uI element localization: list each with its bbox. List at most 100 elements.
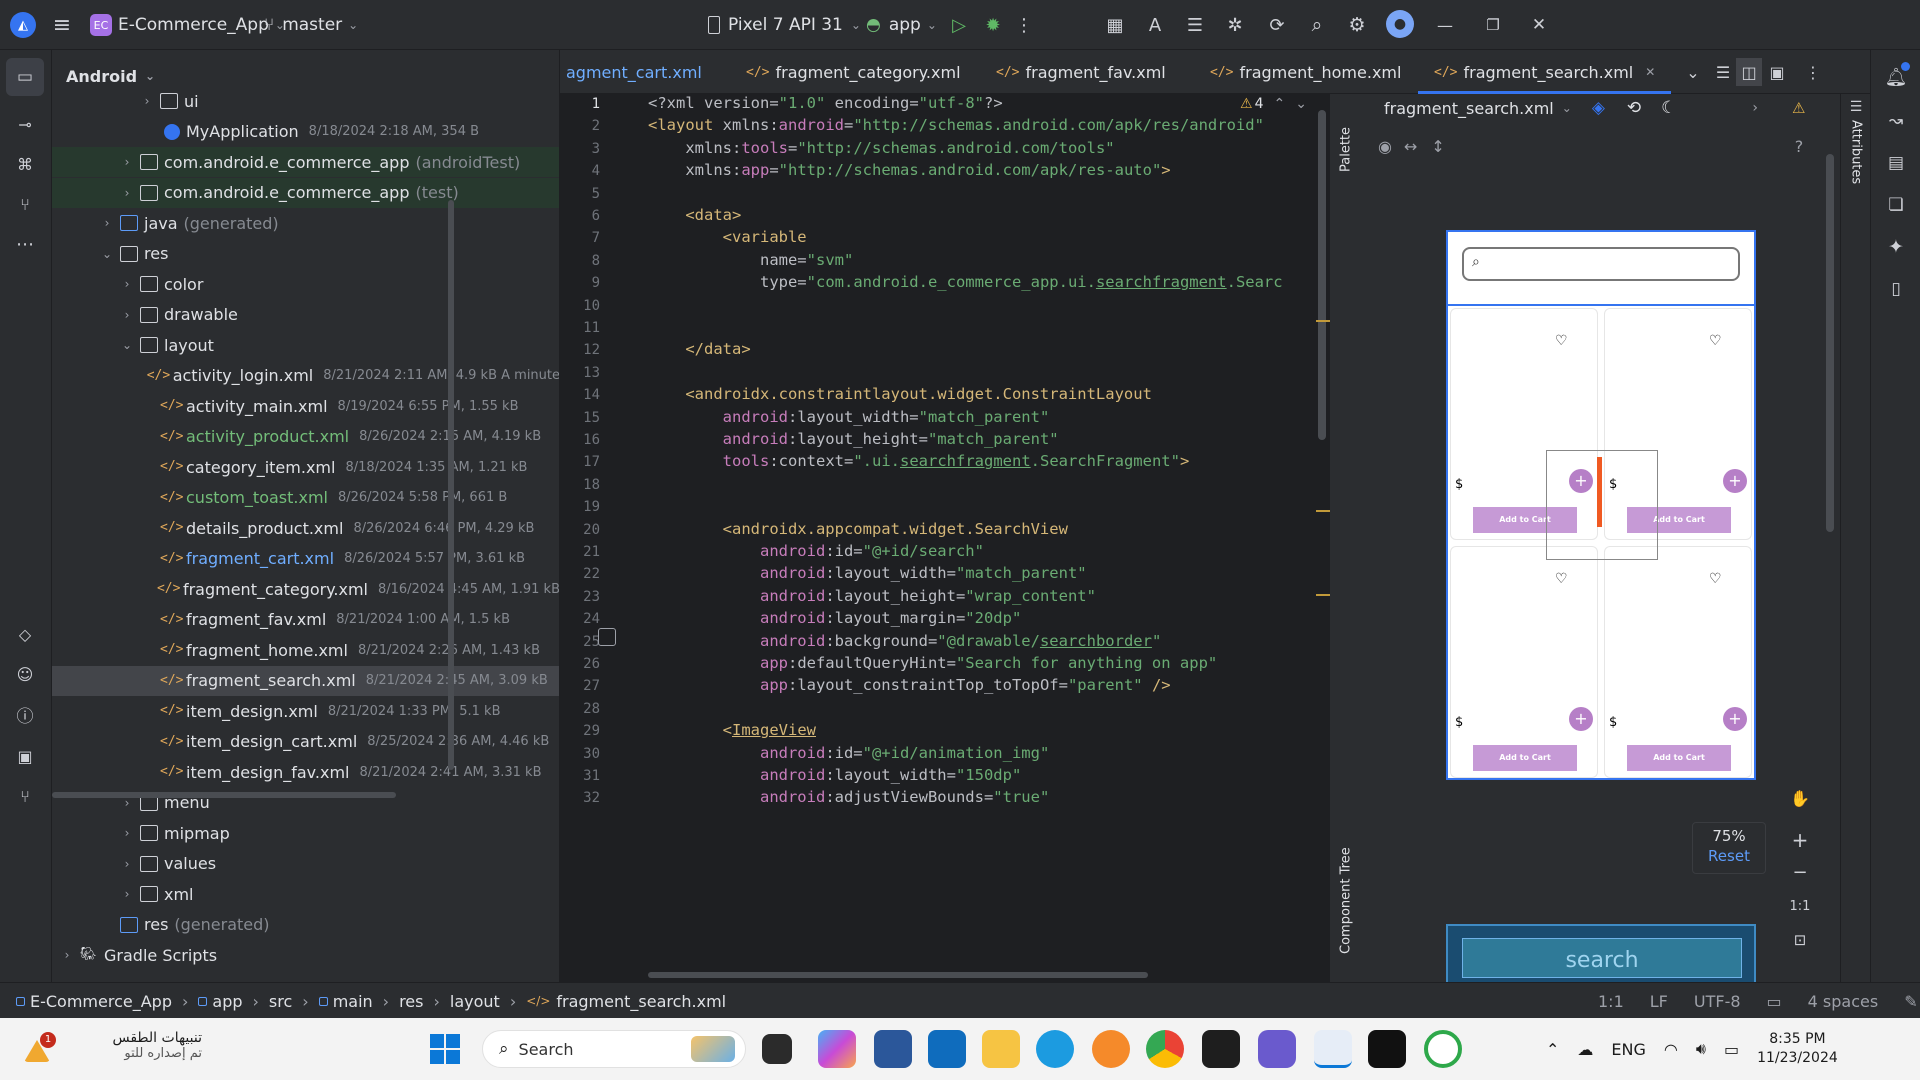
- zoom-actual-size[interactable]: 1:1: [1786, 892, 1814, 920]
- width-arrow-icon[interactable]: ↔: [1404, 137, 1417, 156]
- code-line[interactable]: android:id="@+id/animation_img": [648, 744, 1049, 762]
- app-icon[interactable]: [1258, 1030, 1296, 1068]
- tree-item[interactable]: </> activity_product.xml 8/26/2024 2:15 AM…: [52, 422, 559, 452]
- design-surface-icon[interactable]: ◈: [1592, 98, 1605, 118]
- copilot-icon[interactable]: [818, 1030, 856, 1068]
- tree-item[interactable]: › xml: [52, 879, 559, 909]
- sdk-manager-icon[interactable]: ✲: [1220, 10, 1250, 40]
- problems-icon[interactable]: ⓘ: [6, 698, 44, 730]
- zoom-in-icon[interactable]: +: [1786, 826, 1814, 854]
- color-preview-icon[interactable]: [598, 628, 616, 646]
- language-indicator[interactable]: ENG: [1611, 1040, 1645, 1059]
- edge-icon[interactable]: [1036, 1030, 1074, 1068]
- project-folder-icon[interactable]: ▭: [6, 58, 44, 96]
- chevron-right-icon[interactable]: ›: [60, 948, 74, 962]
- layout-inspector-icon[interactable]: ▯: [1877, 272, 1915, 306]
- more-tools-icon[interactable]: ⋯: [6, 228, 44, 260]
- code-line[interactable]: <layout xmlns:android="http://schemas.an…: [648, 116, 1264, 134]
- code-line[interactable]: xmlns:tools="http://schemas.android.com/…: [648, 139, 1114, 157]
- file-encoding[interactable]: UTF-8: [1694, 992, 1741, 1011]
- tab-fragment_search[interactable]: </> fragment_search.xml ✕: [1418, 50, 1672, 94]
- breadcrumb-item[interactable]: main: [318, 992, 373, 1011]
- close-window-icon[interactable]: ✕: [1524, 10, 1554, 40]
- zoom-out-icon[interactable]: −: [1786, 858, 1814, 886]
- editor-design-view-icon[interactable]: ▣: [1764, 58, 1790, 86]
- code-line[interactable]: android:layout_width="150dp": [648, 766, 1021, 784]
- breadcrumb-item[interactable]: res: [399, 992, 423, 1011]
- tree-item[interactable]: MyApplication 8/18/2024 2:18 AM, 354 B: [52, 117, 559, 147]
- account-avatar-icon[interactable]: ●: [1386, 10, 1414, 38]
- caret-position[interactable]: 1:1: [1598, 992, 1624, 1011]
- run-config-selector[interactable]: ◓ app ⌄: [866, 0, 937, 50]
- onedrive-cloud-icon[interactable]: ☁: [1577, 1040, 1593, 1059]
- tree-item[interactable]: </> fragment_search.xml 8/21/2024 2:45 AM,…: [52, 665, 559, 696]
- pull-requests-icon[interactable]: ⑂: [6, 188, 44, 220]
- inspection-widget[interactable]: ⚠ 4 ⌃ ⌄: [1240, 94, 1330, 114]
- debug-icon[interactable]: ✹: [978, 10, 1008, 40]
- editor-split-view-icon[interactable]: ◫: [1736, 58, 1762, 86]
- tree-item[interactable]: </> custom_toast.xml 8/26/2024 5:58 PM, 66…: [52, 483, 559, 513]
- tab-fragment_fav[interactable]: </> fragment_fav.xml: [996, 50, 1166, 94]
- breadcrumb-item[interactable]: layout: [450, 992, 500, 1011]
- green-app-icon[interactable]: [1424, 1030, 1462, 1068]
- height-arrow-icon[interactable]: ↕: [1431, 137, 1444, 156]
- code-line[interactable]: <androidx.appcompat.widget.SearchView: [648, 520, 1068, 538]
- component-tree-tab[interactable]: Component Tree: [1334, 834, 1358, 954]
- gradle-sync-icon[interactable]: ⟳: [1262, 10, 1292, 40]
- editor-code-view-icon[interactable]: ☰: [1710, 58, 1736, 86]
- chevron-right-icon[interactable]: ›: [1752, 100, 1758, 116]
- code-line[interactable]: android:id="@+id/search": [648, 542, 984, 560]
- attributes-tab[interactable]: Attributes: [1844, 120, 1868, 200]
- code-line[interactable]: tools:context=".ui.searchfragment.Search…: [648, 452, 1190, 470]
- weather-widget-icon[interactable]: 1: [22, 1032, 56, 1066]
- design-file-selector[interactable]: fragment_search.xml: [1384, 99, 1554, 118]
- editor-more-icon[interactable]: ⋮: [1800, 58, 1826, 86]
- tree-item[interactable]: › java (generated): [52, 208, 559, 238]
- blueprint-preview[interactable]: search: [1446, 924, 1756, 984]
- code-line[interactable]: android:layout_height="match_parent": [648, 430, 1059, 448]
- tab-agment_cart[interactable]: agment_cart.xml: [566, 50, 702, 94]
- project-selector[interactable]: EC E-Commerce_App ⌄: [90, 0, 285, 50]
- tree-item[interactable]: </> fragment_home.xml 8/21/2024 2:26 AM, 1…: [52, 635, 559, 665]
- chevron-down-icon[interactable]: ⌄: [120, 338, 134, 352]
- chevron-right-icon[interactable]: ›: [120, 857, 134, 871]
- tab-fragment_category[interactable]: </> fragment_category.xml: [746, 50, 961, 94]
- minimize-icon[interactable]: —: [1430, 10, 1460, 40]
- breadcrumb-item[interactable]: src: [269, 992, 292, 1011]
- warning-icon[interactable]: ⚠: [1792, 99, 1805, 117]
- zoom-reset-link[interactable]: Reset: [1693, 847, 1765, 865]
- breadcrumb-item[interactable]: </> fragment_search.xml: [526, 992, 726, 1011]
- tree-item[interactable]: › com.android.e_commerce_app (androidTest): [52, 147, 559, 177]
- tree-item[interactable]: › drawable: [52, 300, 559, 330]
- tree-horizontal-scrollbar[interactable]: [52, 792, 396, 798]
- code-line[interactable]: xmlns:app="http://schemas.android.com/ap…: [648, 161, 1170, 179]
- code-line[interactable]: <ImageView: [648, 721, 816, 739]
- wifi-icon[interactable]: ◠: [1664, 1040, 1678, 1059]
- tree-item[interactable]: › color: [52, 269, 559, 299]
- restore-icon[interactable]: ❐: [1478, 10, 1508, 40]
- chevron-right-icon[interactable]: ›: [120, 277, 134, 291]
- close-tab-icon[interactable]: ✕: [1645, 65, 1655, 79]
- tree-item[interactable]: › ui: [52, 86, 559, 116]
- tree-item[interactable]: res (generated): [52, 910, 559, 940]
- tab-list-chevron-icon[interactable]: ⌄: [1680, 58, 1706, 86]
- code-line[interactable]: <?xml version="1.0" encoding="utf-8"?>: [648, 94, 1003, 112]
- code-editor[interactable]: 1 2 3 4 5 6 7 8 9 10 11 12 13 14 15 16 17 18 19 20 21 22 23 24 2…: [560, 94, 1330, 982]
- brave-icon[interactable]: [1092, 1030, 1130, 1068]
- code-line[interactable]: android:adjustViewBounds="true": [648, 788, 1049, 806]
- tree-item[interactable]: </> fragment_fav.xml 8/21/2024 1:00 AM, 1.…: [52, 605, 559, 635]
- breadcrumb-item[interactable]: E-Commerce_App: [16, 992, 172, 1011]
- palette-tab[interactable]: Palette: [1334, 102, 1358, 172]
- tree-item[interactable]: </> fragment_category.xml 8/16/2024 4:45 A…: [52, 574, 559, 604]
- commit-icon[interactable]: ⊸: [6, 108, 44, 140]
- indent-setting[interactable]: 4 spaces: [1808, 992, 1879, 1011]
- zoom-to-fit-icon[interactable]: ⊡: [1786, 926, 1814, 954]
- tree-item[interactable]: </> details_product.xml 8/26/2024 6:46 PM,…: [52, 513, 559, 543]
- tree-item[interactable]: ⌄ res: [52, 239, 559, 269]
- code-line[interactable]: name="svm": [648, 251, 853, 269]
- running-devices-icon[interactable]: ❏: [1877, 188, 1915, 222]
- tree-scrollbar[interactable]: [448, 200, 454, 770]
- translate-icon[interactable]: A: [1140, 10, 1170, 40]
- device-manager-icon[interactable]: ▦: [1100, 10, 1130, 40]
- weather-widget[interactable]: تنبيهات الطقس تم إصداره للتو: [62, 1030, 203, 1061]
